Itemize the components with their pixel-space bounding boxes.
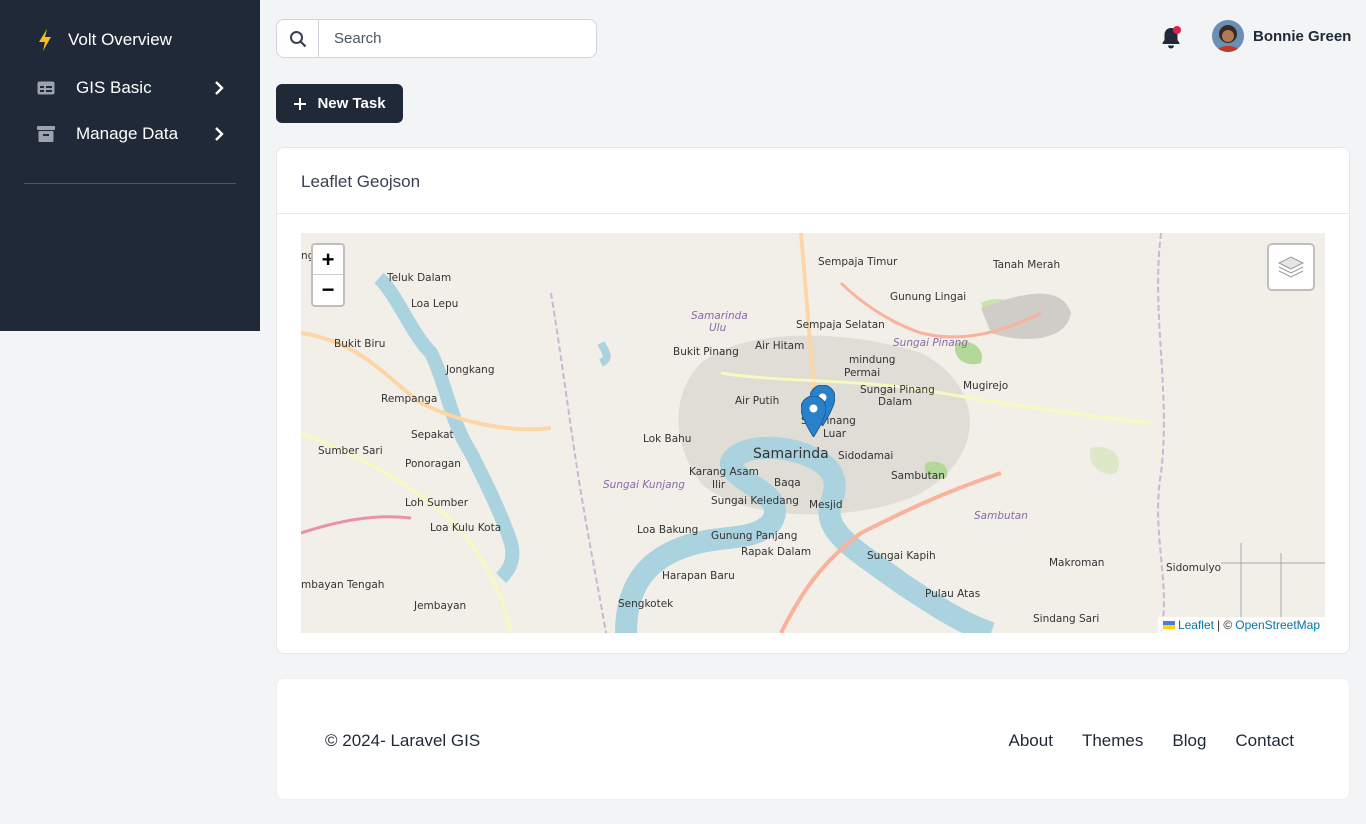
map-place-label: Loa Lepu — [411, 298, 458, 310]
footer-link-blog[interactable]: Blog — [1172, 731, 1206, 751]
map-place-label: Teluk Dalam — [386, 272, 451, 284]
map-place-label: Loa Kulu Kota — [430, 522, 501, 534]
user-menu[interactable]: Bonnie Green — [1212, 20, 1351, 52]
map-place-label: Rapak Dalam — [741, 546, 811, 558]
sidebar-item-gis-basic[interactable]: GIS Basic — [36, 73, 226, 103]
map-place-label: Sungai Keledang — [711, 495, 799, 507]
map-place-label: mindung — [849, 354, 895, 366]
map-place-label: Sengkotek — [618, 598, 674, 610]
map-place-label: Gunung Lingai — [890, 291, 966, 303]
map-place-label: Sepakat — [411, 429, 454, 441]
map-place-label: Mugirejo — [963, 380, 1008, 392]
notifications-button[interactable] — [1160, 26, 1182, 50]
map-place-label: Harapan Baru — [662, 570, 735, 582]
footer-link-themes[interactable]: Themes — [1082, 731, 1143, 751]
map-place-label: Sindang Sari — [1033, 613, 1099, 625]
card-title: Leaflet Geojson — [277, 148, 1349, 214]
search-box — [276, 19, 597, 58]
leaflet-link[interactable]: Leaflet — [1178, 618, 1214, 632]
map-place-label: Sempaja Timur — [818, 256, 898, 268]
sidebar-divider — [24, 183, 236, 184]
footer: © 2024- Laravel GIS About Themes Blog Co… — [276, 678, 1350, 800]
map-place-label: Jembayan — [413, 600, 466, 612]
map-place-label: Sempaja Selatan — [796, 319, 885, 331]
archive-icon — [36, 124, 56, 144]
map-place-label: Samarinda — [691, 310, 748, 322]
table-icon — [36, 78, 56, 98]
osm-link[interactable]: OpenStreetMap — [1235, 618, 1320, 632]
map-place-label: Luar — [823, 428, 847, 440]
bolt-icon — [39, 29, 51, 51]
map-place-label: Permai — [844, 367, 880, 379]
search-input[interactable] — [319, 20, 596, 57]
user-name: Bonnie Green — [1253, 27, 1352, 45]
map-place-label: Tanah Merah — [992, 259, 1060, 271]
footer-link-contact[interactable]: Contact — [1235, 731, 1294, 751]
map-place-label: Pulau Atas — [925, 588, 980, 600]
map-place-label: Sungai Pinang — [860, 384, 935, 396]
map-card: Leaflet Geojson Teluk Dalam Loa Lepu Buk… — [276, 147, 1350, 654]
avatar — [1212, 20, 1244, 52]
map-place-label: Mesjid — [809, 499, 843, 511]
footer-links: About Themes Blog Contact — [1009, 731, 1294, 751]
map-place-label: Ilir — [712, 479, 726, 491]
sidebar: Volt Overview GIS Basic Manage Data — [0, 0, 260, 331]
new-task-button[interactable]: New Task — [276, 84, 403, 123]
zoom-in-button[interactable]: + — [313, 245, 343, 275]
footer-link-about[interactable]: About — [1009, 731, 1053, 751]
map-place-label: Baqa — [774, 477, 801, 489]
map-place-label: Sidodamai — [838, 450, 893, 462]
map-place-label: Bukit Pinang — [673, 346, 739, 358]
map-place-label: Sumber Sari — [318, 445, 383, 457]
ukraine-flag-icon — [1162, 621, 1175, 629]
map-place-label: Makroman — [1049, 557, 1104, 569]
sidebar-item-manage-data[interactable]: Manage Data — [36, 119, 226, 149]
brand-link[interactable]: Volt Overview — [36, 28, 172, 52]
map-place-label: Jongkang — [445, 364, 495, 376]
map-place-label: Sungai Pinang — [893, 337, 968, 349]
map-attribution: Leaflet | © OpenStreetMap — [1157, 617, 1325, 633]
map-place-label: Dalam — [878, 396, 912, 408]
map-place-label: Samarinda — [753, 446, 829, 462]
attribution-separator: | © — [1216, 618, 1233, 632]
map-place-label: Rempanga — [381, 393, 437, 405]
chevron-right-icon — [215, 127, 224, 141]
search-icon — [277, 20, 319, 57]
map-place-label: Sidomulyo — [1166, 562, 1221, 574]
map-place-label: Ulu — [709, 322, 727, 334]
leaflet-map[interactable]: Teluk Dalam Loa Lepu Bukit Biru Jongkang… — [301, 233, 1325, 633]
copyright: © 2024- Laravel GIS — [325, 731, 481, 750]
map-marker-icon[interactable] — [801, 396, 826, 437]
map-place-label: Sungai Kapih — [867, 550, 936, 562]
sidebar-item-label: GIS Basic — [76, 78, 152, 97]
map-place-label: Gunung Panjang — [711, 530, 797, 542]
map-place-label: Air Hitam — [755, 340, 804, 352]
map-place-label: Lok Bahu — [643, 433, 691, 445]
map-place-label: Ponoragan — [405, 458, 461, 470]
notification-dot — [1173, 26, 1181, 34]
map-place-label: Sambutan — [891, 470, 945, 482]
new-task-label: New Task — [317, 95, 386, 112]
layers-icon — [1277, 256, 1305, 278]
map-place-label: Sambutan — [974, 510, 1028, 522]
zoom-control: + − — [311, 243, 345, 307]
chevron-right-icon — [215, 81, 224, 95]
zoom-out-button[interactable]: − — [313, 275, 343, 305]
map-place-label: Loa Bakung — [637, 524, 698, 536]
plus-icon — [294, 97, 307, 110]
brand-label: Volt Overview — [68, 30, 172, 49]
map-place-label: mbayan Tengah — [301, 579, 384, 591]
layers-button[interactable] — [1267, 243, 1315, 291]
sidebar-item-label: Manage Data — [76, 124, 179, 143]
map-place-label: Air Putih — [735, 395, 779, 407]
map-place-label: Bukit Biru — [334, 338, 385, 350]
map-place-label: Karang Asam — [689, 466, 759, 478]
map-place-label: Loh Sumber — [405, 497, 469, 509]
map-place-label: Sungai Kunjang — [603, 479, 685, 491]
